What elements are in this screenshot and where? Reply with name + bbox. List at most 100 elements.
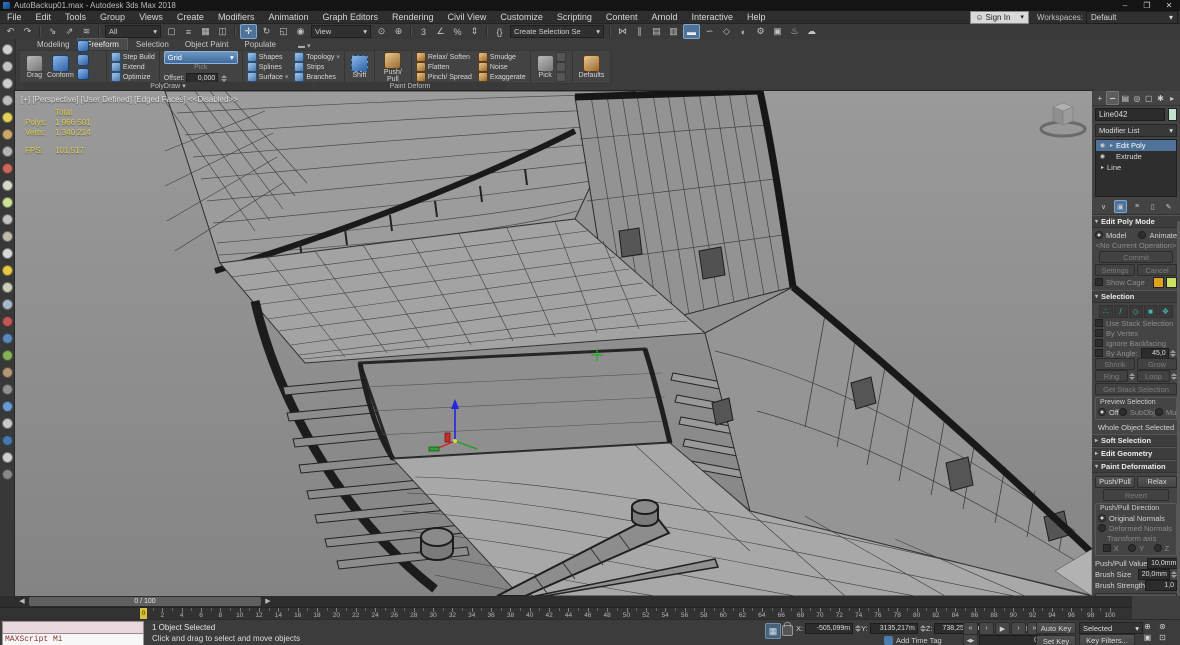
rock-icon[interactable] <box>2 401 13 412</box>
polydraw-caption[interactable]: PolyDraw ▾ <box>23 82 313 91</box>
use-stack-selection-checkbox[interactable] <box>1095 319 1103 327</box>
smudge-button[interactable]: Smudge <box>478 52 526 62</box>
select-and-scale-icon[interactable]: ◱ <box>276 25 291 38</box>
topology-button[interactable]: Topology ▾ <box>294 52 340 62</box>
rollout-soft-selection[interactable]: ▸ Soft Selection <box>1092 434 1180 447</box>
element-mode-icon[interactable]: ❖ <box>1159 305 1173 318</box>
window-crossing-icon[interactable]: ◫ <box>215 25 230 38</box>
axis-x-radio[interactable] <box>1103 544 1111 552</box>
reference-coordinate-dropdown[interactable]: View▾ <box>311 25 371 38</box>
original-normals-radio[interactable] <box>1098 514 1106 522</box>
ribbon-tab-selection[interactable]: Selection <box>128 39 177 50</box>
redo-icon[interactable]: ↷ <box>20 25 35 38</box>
toggle-ribbon-icon[interactable]: ▬ <box>683 24 700 39</box>
notes-icon[interactable] <box>2 78 13 89</box>
edit-named-selection-sets-icon[interactable]: {} <box>492 25 507 38</box>
rollout-edit-geometry[interactable]: ▸ Edit Geometry <box>1092 447 1180 460</box>
lamp-icon[interactable] <box>2 112 13 123</box>
moon-icon[interactable] <box>2 146 13 157</box>
stack-item-edit-poly[interactable]: ◉ ▸ Edit Poly <box>1096 140 1176 151</box>
time-scrubber[interactable]: 0 / 100 <box>29 597 261 606</box>
pick-tool[interactable]: Pick <box>537 55 554 79</box>
rain-icon[interactable] <box>2 299 13 310</box>
toggle-scene-explorer-icon[interactable]: ▤ <box>649 25 664 38</box>
optimize-button[interactable]: Optimize <box>111 72 155 82</box>
y-coordinate-field[interactable]: 3135,217m <box>870 623 918 634</box>
menu-item-civil-view[interactable]: Civil View <box>441 11 494 23</box>
leaf-icon[interactable] <box>2 367 13 378</box>
use-pivot-center-icon[interactable]: ⊙ <box>374 25 389 38</box>
vertex-mode-icon[interactable]: ∴ <box>1099 305 1113 318</box>
object-color-swatch[interactable] <box>1168 108 1177 121</box>
conform-brush-icon[interactable] <box>77 40 89 52</box>
ignore-backfacing-checkbox[interactable] <box>1095 339 1103 347</box>
rendered-frame-window-icon[interactable]: ▣ <box>770 25 785 38</box>
selection-region-icon[interactable]: ▦ <box>198 25 213 38</box>
ribbon-tab-populate[interactable]: Populate <box>236 39 284 50</box>
snap-toggle-icon[interactable]: 3 <box>416 25 431 38</box>
push-pull-tool[interactable]: Push/ Pull <box>381 52 405 83</box>
cage-color-swatch[interactable] <box>1153 277 1164 288</box>
stack-item-extrude[interactable]: ◉ Extrude <box>1096 151 1176 162</box>
push-pull-value-field[interactable]: 10,0mm <box>1147 558 1179 569</box>
shift-tool[interactable]: Shift <box>351 55 368 79</box>
add-time-tag[interactable]: Add Time Tag <box>884 636 942 645</box>
preview-multi-radio[interactable] <box>1155 408 1163 416</box>
eye-icon[interactable]: ◉ <box>1098 142 1107 149</box>
unlink-selection-icon[interactable]: ⇗ <box>62 25 77 38</box>
water-icon[interactable] <box>2 435 13 446</box>
ring-button[interactable]: Ring <box>1095 370 1128 382</box>
align-icon[interactable]: ∥ <box>632 25 647 38</box>
select-and-move-icon[interactable]: ✛ <box>240 24 257 39</box>
select-by-name-icon[interactable]: ≡ <box>181 25 196 38</box>
step-build-button[interactable]: Step Build <box>111 52 155 62</box>
make-unique-icon[interactable]: ≡ <box>1132 201 1143 212</box>
utilities-tab[interactable]: ✱ <box>1155 92 1167 104</box>
zoom-all-icon[interactable]: ⊛ <box>1155 621 1170 632</box>
menu-item-arnold[interactable]: Arnold <box>644 11 684 23</box>
menu-item-help[interactable]: Help <box>740 11 773 23</box>
preview-off-radio[interactable] <box>1098 408 1106 416</box>
ring-spinner[interactable] <box>1129 373 1135 380</box>
teapot-icon[interactable] <box>2 44 13 55</box>
select-and-link-icon[interactable]: ⇘ <box>45 25 60 38</box>
conform-move-icon[interactable] <box>77 54 89 66</box>
bind-to-space-warp-icon[interactable]: ≋ <box>79 25 94 38</box>
key-filters-button[interactable]: Key Filters... <box>1079 634 1135 645</box>
sign-in-button[interactable]: ☺ Sign In ▾ <box>970 11 1029 24</box>
create-tab[interactable]: + <box>1094 92 1106 104</box>
menu-item-scripting[interactable]: Scripting <box>550 11 599 23</box>
expand-icon[interactable]: ▸ <box>1107 142 1116 149</box>
set-key-button[interactable]: Set Key <box>1036 635 1076 645</box>
polygon-mode-icon[interactable]: ■ <box>1144 305 1158 318</box>
strips-button[interactable]: Strips <box>294 62 340 72</box>
key-step-toggle[interactable]: ◀▶ <box>963 634 978 645</box>
grid-dropdown[interactable]: Grid▾ <box>164 51 238 64</box>
minimize-button[interactable]: – <box>1114 1 1136 10</box>
exaggerate-button[interactable]: Exaggerate <box>478 72 526 82</box>
ribbon-minimize-icon[interactable]: ▬ ▾ <box>298 42 310 50</box>
select-and-rotate-icon[interactable]: ↻ <box>259 25 274 38</box>
cone-icon[interactable] <box>2 248 13 259</box>
axis-z-radio[interactable] <box>1154 544 1162 552</box>
preview-subobj-radio[interactable] <box>1119 408 1127 416</box>
ribbon-tab-modeling[interactable]: Modeling <box>29 39 77 50</box>
motion-tab[interactable]: ◎ <box>1131 92 1143 104</box>
sun-icon[interactable] <box>2 265 13 276</box>
sphere2-icon[interactable] <box>2 282 13 293</box>
plane-icon[interactable] <box>2 180 13 191</box>
chart-icon[interactable] <box>2 452 13 463</box>
scrub-left-icon[interactable]: ◀ <box>17 597 27 606</box>
animate-radio[interactable] <box>1138 231 1146 239</box>
paint-option-icon[interactable] <box>556 52 566 62</box>
selection-set-dropdown[interactable]: Selected ▾ <box>1079 622 1143 634</box>
flatten-button[interactable]: Flatten <box>416 62 472 72</box>
frame-number-field[interactable]: 0 <box>979 635 1041 645</box>
by-angle-checkbox[interactable] <box>1095 349 1103 357</box>
render-production-icon[interactable]: ♨ <box>787 25 802 38</box>
create-selection-set-dropdown[interactable]: Create Selection Se▾ <box>510 25 604 38</box>
commit-button[interactable]: Commit <box>1099 251 1173 263</box>
show-cage-checkbox[interactable] <box>1095 278 1103 286</box>
brush-strength-field[interactable]: 1,0 <box>1145 580 1177 591</box>
model-radio[interactable] <box>1095 231 1103 239</box>
